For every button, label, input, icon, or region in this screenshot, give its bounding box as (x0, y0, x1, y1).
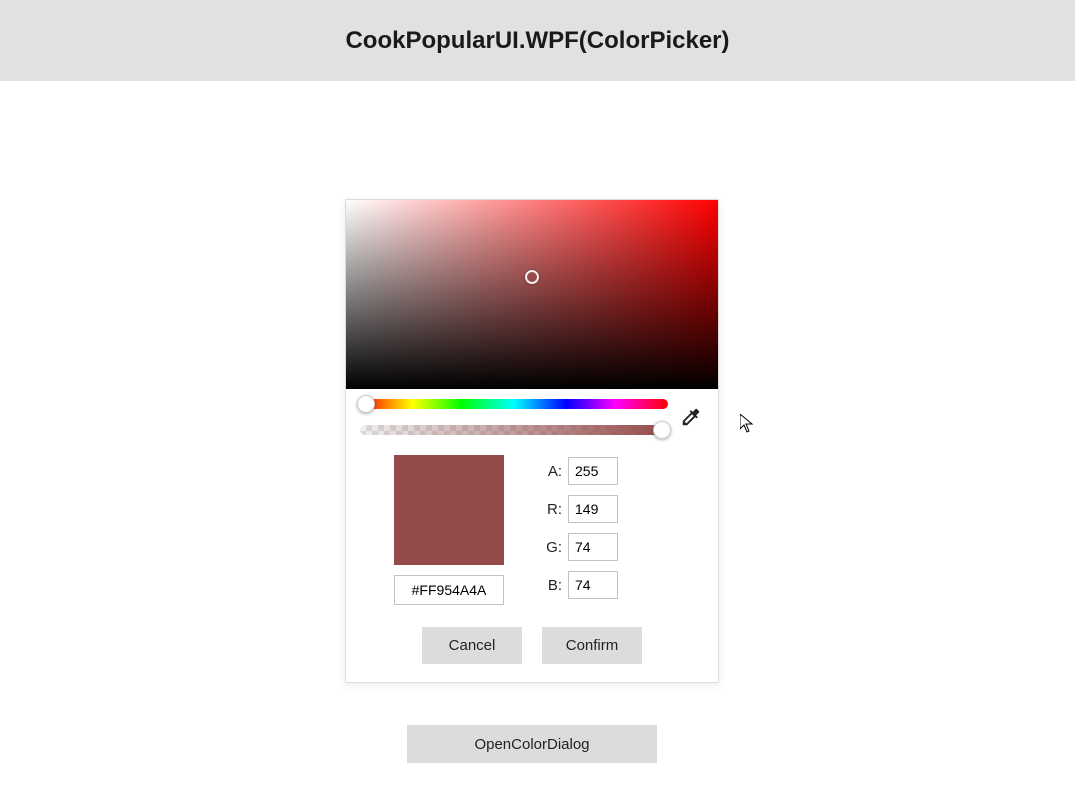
hex-input[interactable] (394, 575, 504, 605)
saturation-value-area[interactable] (346, 200, 718, 389)
color-swatch (394, 455, 504, 565)
cancel-button[interactable]: Cancel (422, 627, 522, 664)
buttons-row: Cancel Confirm (346, 613, 718, 682)
red-label: R: (544, 501, 562, 518)
blue-row: B: (544, 571, 618, 599)
alpha-input[interactable] (568, 457, 618, 485)
hue-slider[interactable] (360, 399, 668, 409)
blue-label: B: (544, 577, 562, 594)
content-area: A: R: G: B: Cancel Confirm (0, 81, 1075, 798)
red-row: R: (544, 495, 618, 523)
alpha-overlay (360, 425, 668, 435)
color-picker-panel: A: R: G: B: Cancel Confirm (345, 199, 719, 683)
open-color-dialog-button[interactable]: OpenColorDialog (407, 725, 657, 763)
page-title: CookPopularUI.WPF(ColorPicker) (345, 27, 729, 55)
argb-column: A: R: G: B: (544, 455, 618, 605)
sv-black-layer (346, 200, 718, 389)
alpha-slider[interactable] (360, 425, 668, 435)
blue-input[interactable] (568, 571, 618, 599)
values-row: A: R: G: B: (346, 439, 718, 613)
alpha-row: A: (544, 457, 618, 485)
sliders-row (346, 389, 718, 439)
sv-thumb[interactable] (525, 270, 539, 284)
red-input[interactable] (568, 495, 618, 523)
confirm-button[interactable]: Confirm (542, 627, 642, 664)
swatch-column (394, 455, 504, 605)
hue-thumb[interactable] (357, 395, 375, 413)
green-input[interactable] (568, 533, 618, 561)
sliders-column (360, 399, 668, 435)
alpha-label: A: (544, 463, 562, 480)
green-row: G: (544, 533, 618, 561)
header-bar: CookPopularUI.WPF(ColorPicker) (0, 0, 1075, 81)
green-label: G: (544, 539, 562, 556)
alpha-thumb[interactable] (653, 421, 671, 439)
cursor-icon (740, 414, 756, 434)
eyedropper-icon[interactable] (678, 404, 704, 430)
